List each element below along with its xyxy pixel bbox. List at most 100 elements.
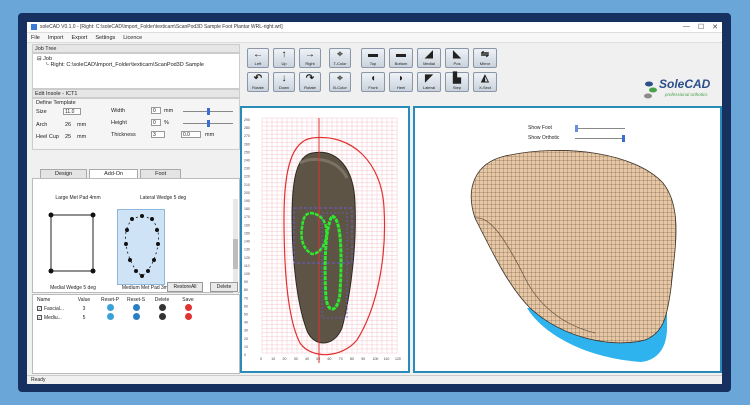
save-row-icon[interactable] <box>184 304 192 311</box>
menu-file[interactable]: File <box>31 35 40 41</box>
y-tick-label: 130 <box>244 248 250 252</box>
logo-tagline: professional orthotics <box>665 92 708 97</box>
y-tick-label: 50 <box>244 312 248 316</box>
thickness-select[interactable]: 3 <box>151 131 165 138</box>
menu-import[interactable]: Import <box>48 35 64 41</box>
reset-s-icon[interactable] <box>132 304 140 311</box>
rotate-left-button[interactable]: ↶ Rotate <box>247 72 269 92</box>
delete-row-icon[interactable] <box>158 313 166 320</box>
save-row-icon[interactable] <box>184 313 192 320</box>
minimize-icon[interactable]: — <box>683 23 690 31</box>
medial-view-button[interactable]: ◢ Medial <box>417 48 441 68</box>
row-checkbox[interactable]: ✓ <box>37 315 42 320</box>
bottom-color-button[interactable]: ⌖ B-Color <box>329 72 351 92</box>
job-tree: ⊟ Job └ Right: C:\soleCAD\Import_Folder\… <box>32 53 240 89</box>
tab-foot[interactable]: Foot <box>140 169 182 178</box>
heel-view-button[interactable]: ◗ Heel <box>389 72 413 92</box>
x-tick-label: 0 <box>260 357 262 361</box>
front-view-button[interactable]: ◖ Front <box>361 72 385 92</box>
table-row[interactable]: ✓ Fascial... 3 <box>33 304 239 313</box>
y-tick-label: 240 <box>244 159 250 163</box>
plantar-grid-svg[interactable]: 2902802702602502402302202102001901801701… <box>242 108 408 371</box>
addon-scrollbar[interactable] <box>233 199 238 293</box>
orthotic-3d-model[interactable] <box>415 108 720 371</box>
x-tick-label: 100 <box>373 357 379 361</box>
mirror-button[interactable]: ⇋ Mirror <box>473 48 497 68</box>
y-tick-label: 60 <box>244 304 248 308</box>
heel-cup-value[interactable]: 25 <box>65 134 71 140</box>
x-tick-label: 110 <box>384 357 390 361</box>
row-value[interactable]: 3 <box>71 306 97 312</box>
delete-button[interactable]: Delete <box>210 282 238 292</box>
y-tick-label: 110 <box>244 264 250 268</box>
menu-settings[interactable]: Settings <box>95 35 115 41</box>
menu-licence[interactable]: Licence <box>123 35 142 41</box>
sole-bottom-icon: ▬ <box>396 49 406 60</box>
row-value[interactable]: 5 <box>71 315 97 321</box>
x-tick-label: 80 <box>350 357 354 361</box>
step-view-button[interactable]: ▙ Step <box>445 72 469 92</box>
sole-heel-icon: ◗ <box>397 73 405 84</box>
y-tick-label: 180 <box>244 207 250 211</box>
rotate-left-icon: ↶ <box>253 73 263 84</box>
lateral-view-button[interactable]: ◤ Lateral <box>417 72 441 92</box>
plantar-2d-view[interactable]: 290 280 270 260 250 240 230 220 210 200 190 180 170 1… <box>240 106 410 373</box>
medium-met-pad-icon <box>124 214 160 278</box>
thickness-offset-select[interactable]: 0.0 <box>181 131 201 138</box>
addon-selected-highlight[interactable] <box>117 209 165 285</box>
arch-value[interactable]: 26 <box>65 122 71 128</box>
height-slider[interactable] <box>183 120 233 127</box>
y-tick-label: 230 <box>244 167 250 171</box>
width-input[interactable]: 0 <box>151 107 161 114</box>
addon-lateral-wedge[interactable]: Lateral Wedge 5 deg <box>118 195 208 201</box>
height-input[interactable]: 0 <box>151 119 161 126</box>
y-tick-label: 160 <box>244 223 250 227</box>
reset-p-icon[interactable] <box>106 304 114 311</box>
maximize-icon[interactable]: ☐ <box>698 23 704 31</box>
right-button[interactable]: → Right <box>299 48 321 68</box>
width-label: Width <box>111 108 126 114</box>
width-slider[interactable] <box>183 108 233 115</box>
row-checkbox[interactable]: ✓ <box>37 306 42 311</box>
addon-medial-wedge[interactable]: Medial Wedge 5 deg <box>43 285 103 291</box>
addon-large-met-pad[interactable]: Large Met Pad 4mm <box>43 195 113 201</box>
y-tick-label: 100 <box>244 272 250 276</box>
sole-medial-icon: ◢ <box>425 49 433 60</box>
y-tick-label: 170 <box>244 215 250 219</box>
sole-top-icon: ▬ <box>368 49 378 60</box>
y-tick-label: 120 <box>244 256 250 260</box>
table-row[interactable]: ✓ Mediu... 5 <box>33 313 239 322</box>
pos-view-button[interactable]: ◣ Pos <box>445 48 469 68</box>
top-color-button[interactable]: ⌖ T-Color <box>329 48 351 68</box>
col-reset-p: Reset-P <box>100 296 120 303</box>
define-template-panel: Define Template Size 11.0 Arch 26 mm Hee… <box>32 98 240 150</box>
restore-all-button[interactable]: RestoreAll <box>167 282 203 292</box>
arch-unit: mm <box>77 122 87 128</box>
cross-section-button[interactable]: ◭ X-Sect <box>473 72 497 92</box>
left-button[interactable]: ← Left <box>247 48 269 68</box>
sole-pos-icon: ◣ <box>453 49 461 60</box>
delete-row-icon[interactable] <box>158 304 166 311</box>
color-dropper-icon: ⌖ <box>337 49 343 60</box>
reset-p-icon[interactable] <box>106 313 114 320</box>
close-icon[interactable]: ✕ <box>712 23 718 31</box>
orthotic-3d-view[interactable]: Show Foot Show Orthotic <box>413 106 722 373</box>
define-template-label: Define Template <box>36 100 76 106</box>
x-tick-label: 120 <box>395 357 401 361</box>
y-tick-label: 10 <box>244 345 248 349</box>
top-view-button[interactable]: ▬ Top <box>361 48 385 68</box>
size-select[interactable]: 11.0 <box>63 108 81 115</box>
tab-add-on[interactable]: Add-On <box>89 169 139 178</box>
arch-label: Arch <box>36 122 48 128</box>
medial-wedge-icon[interactable] <box>45 209 105 279</box>
col-save: Save <box>182 296 194 303</box>
bottom-view-button[interactable]: ▬ Bottom <box>389 48 413 68</box>
tab-design[interactable]: Design <box>40 169 88 178</box>
reset-s-icon[interactable] <box>132 313 140 320</box>
logo-brand: SoleCAD <box>659 77 711 91</box>
up-button[interactable]: ↑ Up <box>273 48 295 68</box>
rotate-right-button[interactable]: ↷ Rotate <box>299 72 321 92</box>
menu-export[interactable]: Export <box>71 35 87 41</box>
job-tree-item[interactable]: └ Right: C:\soleCAD\Import_Folder\textic… <box>37 62 235 68</box>
down-button[interactable]: ↓ Down <box>273 72 295 92</box>
